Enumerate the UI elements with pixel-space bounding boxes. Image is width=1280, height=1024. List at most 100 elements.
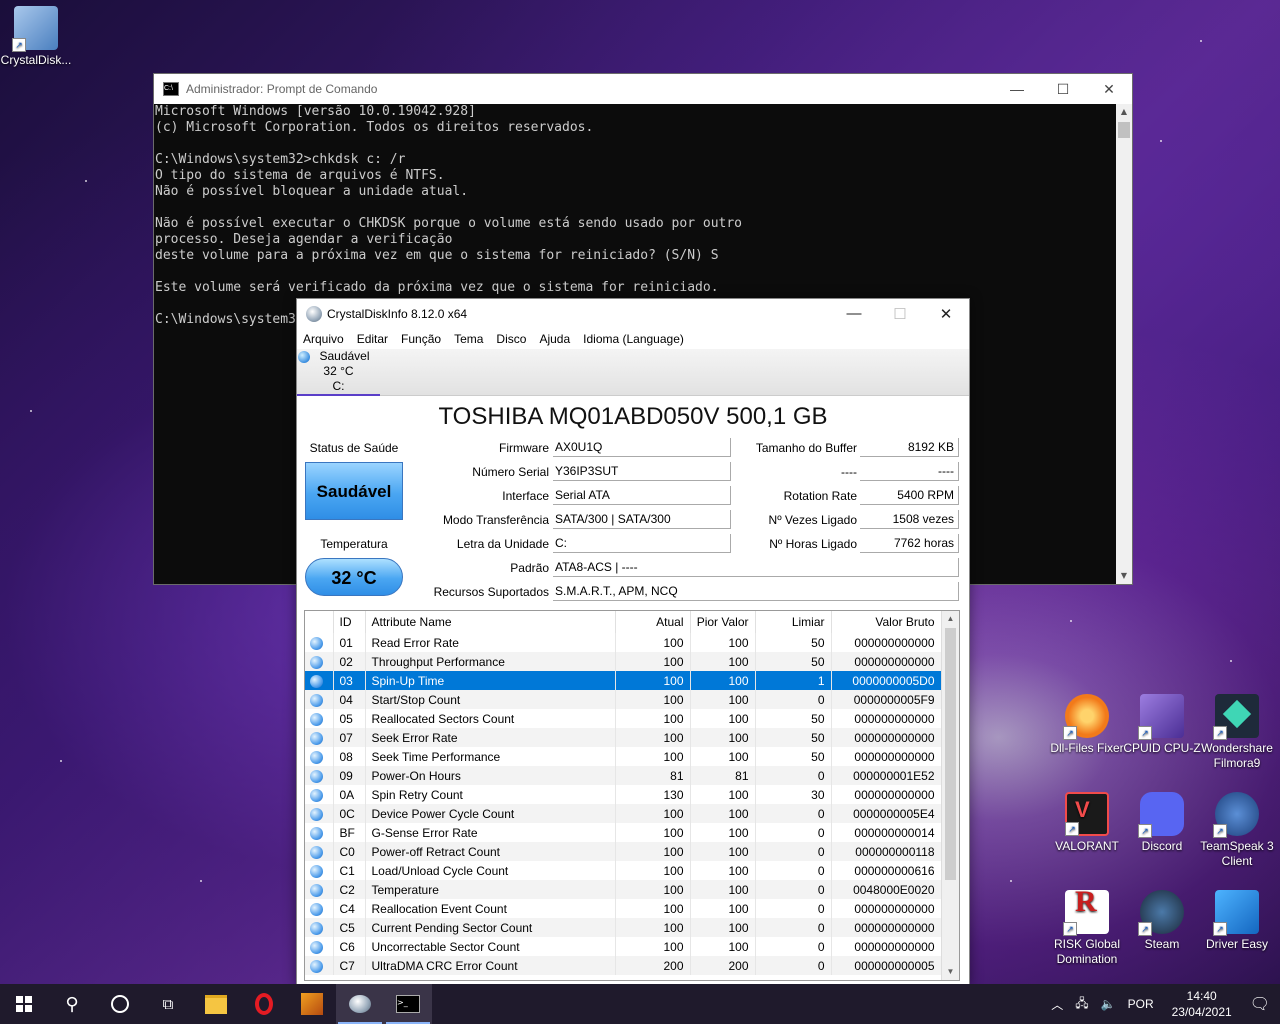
health-status-button[interactable]: Saudável bbox=[305, 462, 403, 520]
scroll-down-arrow-icon[interactable]: ▼ bbox=[942, 964, 959, 980]
cell-raw: 000000000000 bbox=[831, 709, 942, 728]
taskbar-file-explorer[interactable] bbox=[192, 984, 240, 1024]
clock[interactable]: 14:40 23/04/2021 bbox=[1172, 988, 1232, 1020]
scroll-up-arrow-icon[interactable]: ▲ bbox=[1116, 104, 1132, 120]
cell-attribute-name: Power-On Hours bbox=[365, 766, 616, 785]
table-row[interactable]: 04 Start/Stop Count 100 100 0 0000000005F9 bbox=[305, 690, 942, 709]
table-row[interactable]: C0 Power-off Retract Count 100 100 0 00000000… bbox=[305, 842, 942, 861]
table-header: ID Attribute Name Atual Pior Valor Limia… bbox=[305, 611, 942, 633]
risk-icon: R ↗ bbox=[1063, 887, 1109, 936]
column-header-raw[interactable]: Valor Bruto bbox=[831, 611, 942, 633]
table-row[interactable]: 05 Reallocated Sectors Count 100 100 50 00000… bbox=[305, 709, 942, 728]
cmd-scrollbar[interactable]: ▲ ▼ bbox=[1116, 104, 1132, 584]
table-row[interactable]: 01 Read Error Rate 100 100 50 000000000000 bbox=[305, 633, 942, 652]
status-dot-icon bbox=[310, 712, 323, 726]
menu-tema[interactable]: Tema bbox=[454, 332, 483, 346]
status-dot-cell bbox=[305, 861, 334, 880]
opera-icon bbox=[255, 993, 273, 1015]
scroll-down-arrow-icon[interactable]: ▼ bbox=[1116, 568, 1132, 584]
cell-id: 07 bbox=[333, 728, 366, 747]
menu-disco[interactable]: Disco bbox=[496, 332, 526, 346]
menu-arquivo[interactable]: Arquivo bbox=[303, 332, 344, 346]
scroll-thumb[interactable] bbox=[1118, 122, 1130, 138]
scroll-up-arrow-icon[interactable]: ▲ bbox=[942, 611, 959, 627]
column-header-attribute[interactable]: Attribute Name bbox=[365, 611, 616, 633]
status-dot-cell bbox=[305, 880, 334, 899]
table-row[interactable]: BF G-Sense Error Rate 100 100 0 000000000014 bbox=[305, 823, 942, 842]
table-row[interactable]: 0A Spin Retry Count 130 100 30 000000000000 bbox=[305, 785, 942, 804]
windows-logo-icon bbox=[16, 996, 32, 1012]
cell-current: 100 bbox=[615, 937, 691, 956]
desktop-icon-driver-easy[interactable]: ↗ Driver Easy bbox=[1197, 890, 1277, 952]
table-row[interactable]: C5 Current Pending Sector Count 100 100 0 000… bbox=[305, 918, 942, 937]
table-row[interactable]: C2 Temperature 100 100 0 0048000E0020 bbox=[305, 880, 942, 899]
column-header-threshold[interactable]: Limiar bbox=[755, 611, 832, 633]
taskbar-cmd[interactable]: >_ bbox=[384, 984, 432, 1024]
table-row[interactable]: 07 Seek Error Rate 100 100 50 000000000000 bbox=[305, 728, 942, 747]
close-button[interactable]: ✕ bbox=[1086, 81, 1132, 98]
cdi-titlebar[interactable]: CrystalDiskInfo 8.12.0 x64 — ☐ ✕ bbox=[297, 299, 969, 329]
table-row[interactable]: C7 UltraDMA CRC Error Count 200 200 0 0000000… bbox=[305, 956, 942, 975]
taskbar-opera[interactable] bbox=[240, 984, 288, 1024]
desktop-icon-discord[interactable]: ↗ Discord bbox=[1122, 792, 1202, 854]
desktop-icon-filmora[interactable]: ↗ Wondershare Filmora9 bbox=[1197, 694, 1277, 771]
search-icon: ⚲ bbox=[65, 993, 79, 1015]
power-on-hours-label: Nº Horas Ligado bbox=[769, 537, 857, 551]
menu-idioma[interactable]: Idioma (Language) bbox=[583, 332, 684, 346]
show-hidden-icons-chevron-icon[interactable]: ︿ bbox=[1051, 996, 1063, 1013]
blank-value: ---- bbox=[860, 462, 959, 481]
drive-letter-label: Letra da Unidade bbox=[456, 537, 549, 551]
notifications-icon[interactable]: 🗨 bbox=[1250, 994, 1270, 1014]
table-row[interactable]: C6 Uncorrectable Sector Count 100 100 0 00000… bbox=[305, 937, 942, 956]
smart-scrollbar[interactable]: ▲ ▼ bbox=[941, 611, 959, 980]
disk-tab-c[interactable]: Saudável 32 °C C: bbox=[297, 349, 380, 396]
desktop-icon-steam[interactable]: ↗ Steam bbox=[1122, 890, 1202, 952]
close-button[interactable]: ✕ bbox=[923, 305, 969, 323]
smart-attributes-table[interactable]: ID Attribute Name Atual Pior Valor Limia… bbox=[304, 610, 960, 981]
clock-time: 14:40 bbox=[1186, 989, 1217, 1003]
network-icon[interactable]: 🖧 bbox=[1075, 994, 1088, 1015]
desktop-icon-valorant[interactable]: V ↗ VALORANT bbox=[1047, 792, 1127, 854]
crystaldiskinfo-window[interactable]: CrystalDiskInfo 8.12.0 x64 — ☐ ✕ Arquivo… bbox=[296, 298, 970, 986]
search-button[interactable]: ⚲ bbox=[48, 984, 96, 1024]
minimize-button[interactable]: — bbox=[994, 81, 1040, 98]
desktop-icon-crystaldiskinfo[interactable]: ↗ CrystalDisk... bbox=[0, 6, 76, 68]
status-dot-icon bbox=[310, 731, 323, 745]
menu-ajuda[interactable]: Ajuda bbox=[539, 332, 570, 346]
cortana-button[interactable] bbox=[96, 984, 144, 1024]
table-row[interactable]: 09 Power-On Hours 81 81 0 000000001E52 bbox=[305, 766, 942, 785]
scroll-thumb[interactable] bbox=[945, 628, 956, 880]
status-dot-cell bbox=[305, 899, 334, 918]
cell-attribute-name: Reallocation Event Count bbox=[365, 899, 616, 918]
taskbar-crystaldiskinfo[interactable] bbox=[336, 984, 384, 1024]
column-header-current[interactable]: Atual bbox=[615, 611, 691, 633]
taskbar-game-app[interactable] bbox=[288, 984, 336, 1024]
task-view-button[interactable]: ⧉ bbox=[144, 984, 192, 1024]
menu-editar[interactable]: Editar bbox=[357, 332, 388, 346]
table-row[interactable]: 08 Seek Time Performance 100 100 50 000000000… bbox=[305, 747, 942, 766]
temperature-button[interactable]: 32 °C bbox=[305, 558, 403, 596]
menu-funcao[interactable]: Função bbox=[401, 332, 441, 346]
desktop-icon-risk[interactable]: R ↗ RISK Global Domination bbox=[1047, 887, 1127, 967]
volume-icon[interactable]: 🔈 bbox=[1101, 997, 1116, 1011]
column-header-id[interactable]: ID bbox=[333, 611, 366, 633]
column-header-worst[interactable]: Pior Valor bbox=[690, 611, 756, 633]
table-row[interactable]: 03 Spin-Up Time 100 100 1 0000000005D0 bbox=[305, 671, 942, 690]
cell-threshold: 0 bbox=[755, 956, 832, 975]
table-row[interactable]: C1 Load/Unload Cycle Count 100 100 0 00000000… bbox=[305, 861, 942, 880]
desktop-icon-cpu-z[interactable]: ↗ CPUID CPU-Z bbox=[1122, 694, 1202, 756]
desktop-icon-dll-files-fixer[interactable]: ↗ Dll-Files Fixer bbox=[1047, 694, 1127, 756]
table-row[interactable]: 0C Device Power Cycle Count 100 100 0 0000000… bbox=[305, 804, 942, 823]
table-row[interactable]: C4 Reallocation Event Count 100 100 0 0000000… bbox=[305, 899, 942, 918]
cmd-titlebar[interactable]: C:\ Administrador: Prompt de Comando — ☐… bbox=[154, 74, 1132, 104]
desktop-icon-teamspeak[interactable]: ↗ TeamSpeak 3 Client bbox=[1197, 792, 1277, 869]
cell-current: 130 bbox=[615, 785, 691, 804]
maximize-button[interactable]: ☐ bbox=[1040, 81, 1086, 98]
power-on-count-label: Nº Vezes Ligado bbox=[768, 513, 857, 527]
language-indicator[interactable]: POR bbox=[1128, 997, 1154, 1011]
start-button[interactable] bbox=[0, 984, 48, 1024]
minimize-button[interactable]: — bbox=[831, 305, 877, 323]
column-header-icon[interactable] bbox=[305, 611, 334, 633]
table-row[interactable]: 02 Throughput Performance 100 100 50 00000000… bbox=[305, 652, 942, 671]
